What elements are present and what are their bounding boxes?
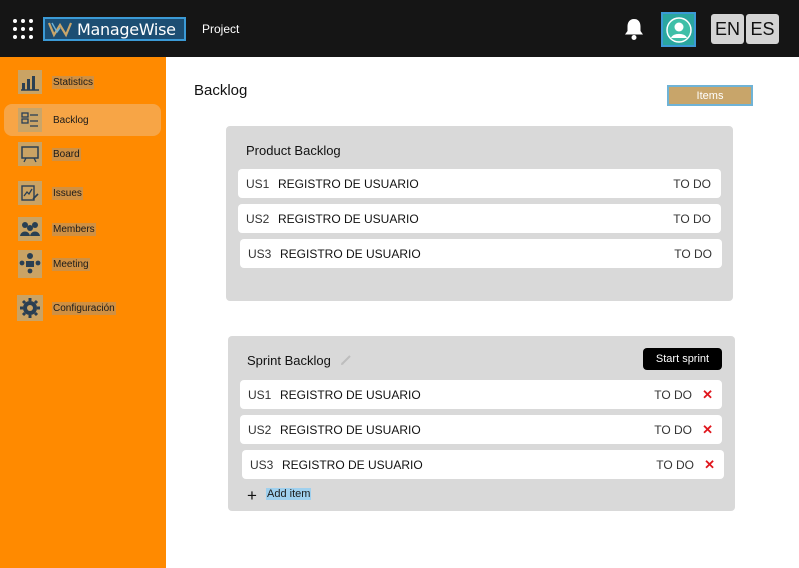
remove-icon[interactable]: ✕: [702, 387, 713, 403]
row-status: TO DO: [674, 246, 712, 261]
sidebar-item-label: Backlog: [53, 114, 89, 126]
logo-text: ManageWise: [77, 19, 176, 39]
row-status: TO DO: [654, 387, 692, 402]
row-status: TO DO: [654, 422, 692, 437]
apps-grid-icon[interactable]: [13, 19, 34, 40]
chart-icon: [18, 70, 42, 94]
logo-mark-icon: [45, 19, 75, 39]
app-logo[interactable]: ManageWise: [43, 17, 186, 41]
start-sprint-button[interactable]: Start sprint: [643, 348, 722, 370]
sidebar-item-statistics[interactable]: Statistics: [4, 66, 161, 98]
row-id: US1: [246, 176, 270, 191]
row-id: US3: [250, 457, 274, 472]
add-item-plus-icon[interactable]: +: [247, 487, 257, 504]
edit-pencil-icon[interactable]: [340, 353, 352, 365]
backlog-row[interactable]: US2 REGISTRO DE USUARIO TO DO: [238, 204, 721, 233]
sidebar-item-backlog[interactable]: Backlog: [4, 104, 161, 136]
row-id: US2: [246, 211, 270, 226]
top-bar: ManageWise Project EN ES: [0, 0, 799, 57]
project-link[interactable]: Project: [202, 22, 239, 36]
sidebar-item-board[interactable]: Board: [4, 138, 161, 170]
sidebar-item-configuracion[interactable]: Configuración: [4, 292, 161, 324]
notification-bell-icon[interactable]: [623, 17, 645, 41]
row-name: REGISTRO DE USUARIO: [280, 246, 421, 261]
row-id: US1: [248, 387, 272, 402]
issues-icon: [18, 181, 42, 205]
language-en-button[interactable]: EN: [711, 14, 744, 44]
sidebar-item-label: Members: [52, 222, 96, 236]
row-name: REGISTRO DE USUARIO: [278, 211, 419, 226]
row-name: REGISTRO DE USUARIO: [280, 422, 421, 437]
sidebar-item-label: Statistics: [52, 75, 95, 89]
sidebar-item-label: Issues: [52, 186, 83, 200]
row-id: US3: [248, 246, 272, 261]
members-icon: [18, 217, 42, 241]
sprint-row[interactable]: US3 REGISTRO DE USUARIO TO DO ✕: [242, 450, 724, 479]
items-button[interactable]: Items: [667, 85, 753, 106]
board-icon: [18, 142, 42, 166]
sprint-backlog-title: Sprint Backlog: [247, 353, 331, 368]
sidebar-item-issues[interactable]: Issues: [4, 177, 161, 209]
row-status: TO DO: [673, 211, 711, 226]
row-name: REGISTRO DE USUARIO: [282, 457, 423, 472]
remove-icon[interactable]: ✕: [704, 457, 715, 473]
gear-icon: [17, 295, 43, 321]
sidebar-item-members[interactable]: Members: [4, 213, 161, 245]
sprint-row[interactable]: US1 REGISTRO DE USUARIO TO DO ✕: [240, 380, 722, 409]
sidebar-item-label: Configuración: [52, 301, 116, 315]
row-status: TO DO: [673, 176, 711, 191]
backlog-row[interactable]: US1 REGISTRO DE USUARIO TO DO: [238, 169, 721, 198]
row-name: REGISTRO DE USUARIO: [278, 176, 419, 191]
sidebar-item-label: Board: [52, 147, 81, 161]
sprint-row[interactable]: US2 REGISTRO DE USUARIO TO DO ✕: [240, 415, 722, 444]
backlog-row[interactable]: US3 REGISTRO DE USUARIO TO DO: [240, 239, 722, 268]
row-status: TO DO: [656, 457, 694, 472]
language-es-button[interactable]: ES: [746, 14, 779, 44]
product-backlog-panel: Product Backlog US1 REGISTRO DE USUARIO …: [226, 126, 733, 301]
row-id: US2: [248, 422, 272, 437]
backlog-icon: [18, 108, 42, 132]
add-item-link[interactable]: Add item: [266, 488, 312, 500]
user-avatar[interactable]: [661, 12, 696, 47]
sidebar-item-meeting[interactable]: Meeting: [4, 248, 161, 280]
row-name: REGISTRO DE USUARIO: [280, 387, 421, 402]
product-backlog-title: Product Backlog: [246, 143, 341, 158]
user-icon: [665, 16, 692, 43]
sidebar: Statistics Backlog Board Issues Members …: [0, 57, 166, 568]
remove-icon[interactable]: ✕: [702, 422, 713, 438]
page-title: Backlog: [194, 82, 248, 99]
meeting-icon: [18, 250, 42, 278]
sidebar-item-label: Meeting: [52, 257, 90, 271]
